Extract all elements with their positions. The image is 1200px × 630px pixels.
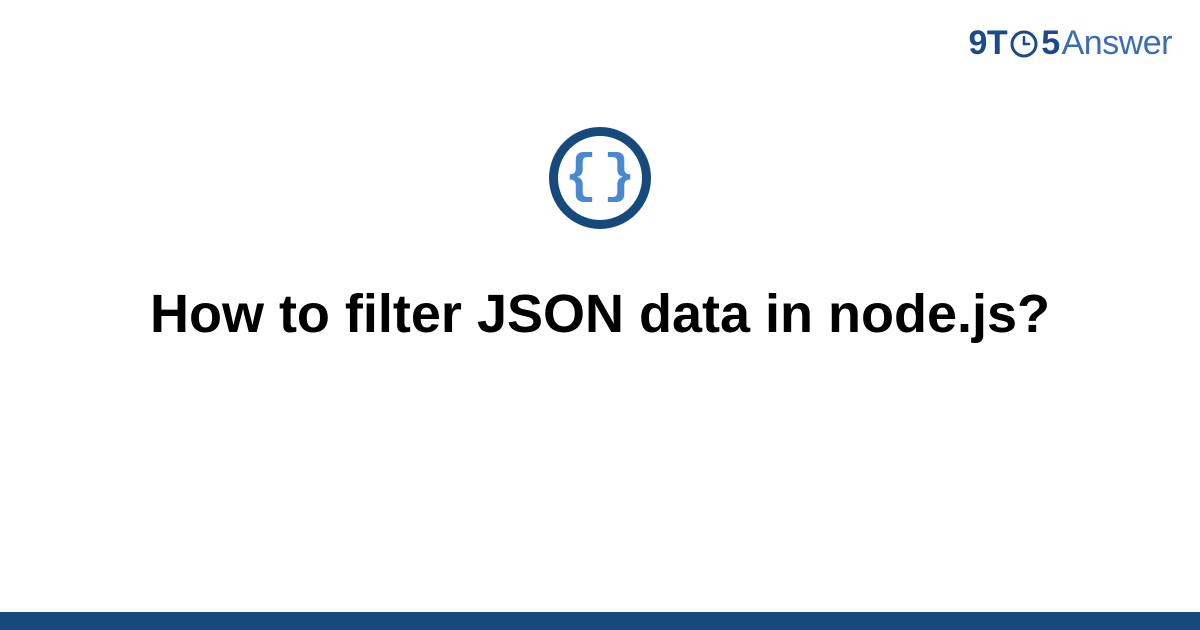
question-title: How to filter JSON data in node.js?: [150, 283, 1050, 345]
footer-accent-bar: [0, 612, 1200, 630]
logo-prefix: 9T: [969, 24, 1008, 63]
right-brace: }: [603, 151, 635, 205]
site-logo: 9T 5 Answer: [969, 24, 1172, 63]
left-brace: {: [565, 151, 597, 205]
logo-middle: 5: [1041, 24, 1059, 63]
clock-o-icon: [1010, 30, 1038, 58]
logo-suffix: Answer: [1062, 24, 1172, 63]
json-braces-icon: { }: [549, 127, 651, 229]
